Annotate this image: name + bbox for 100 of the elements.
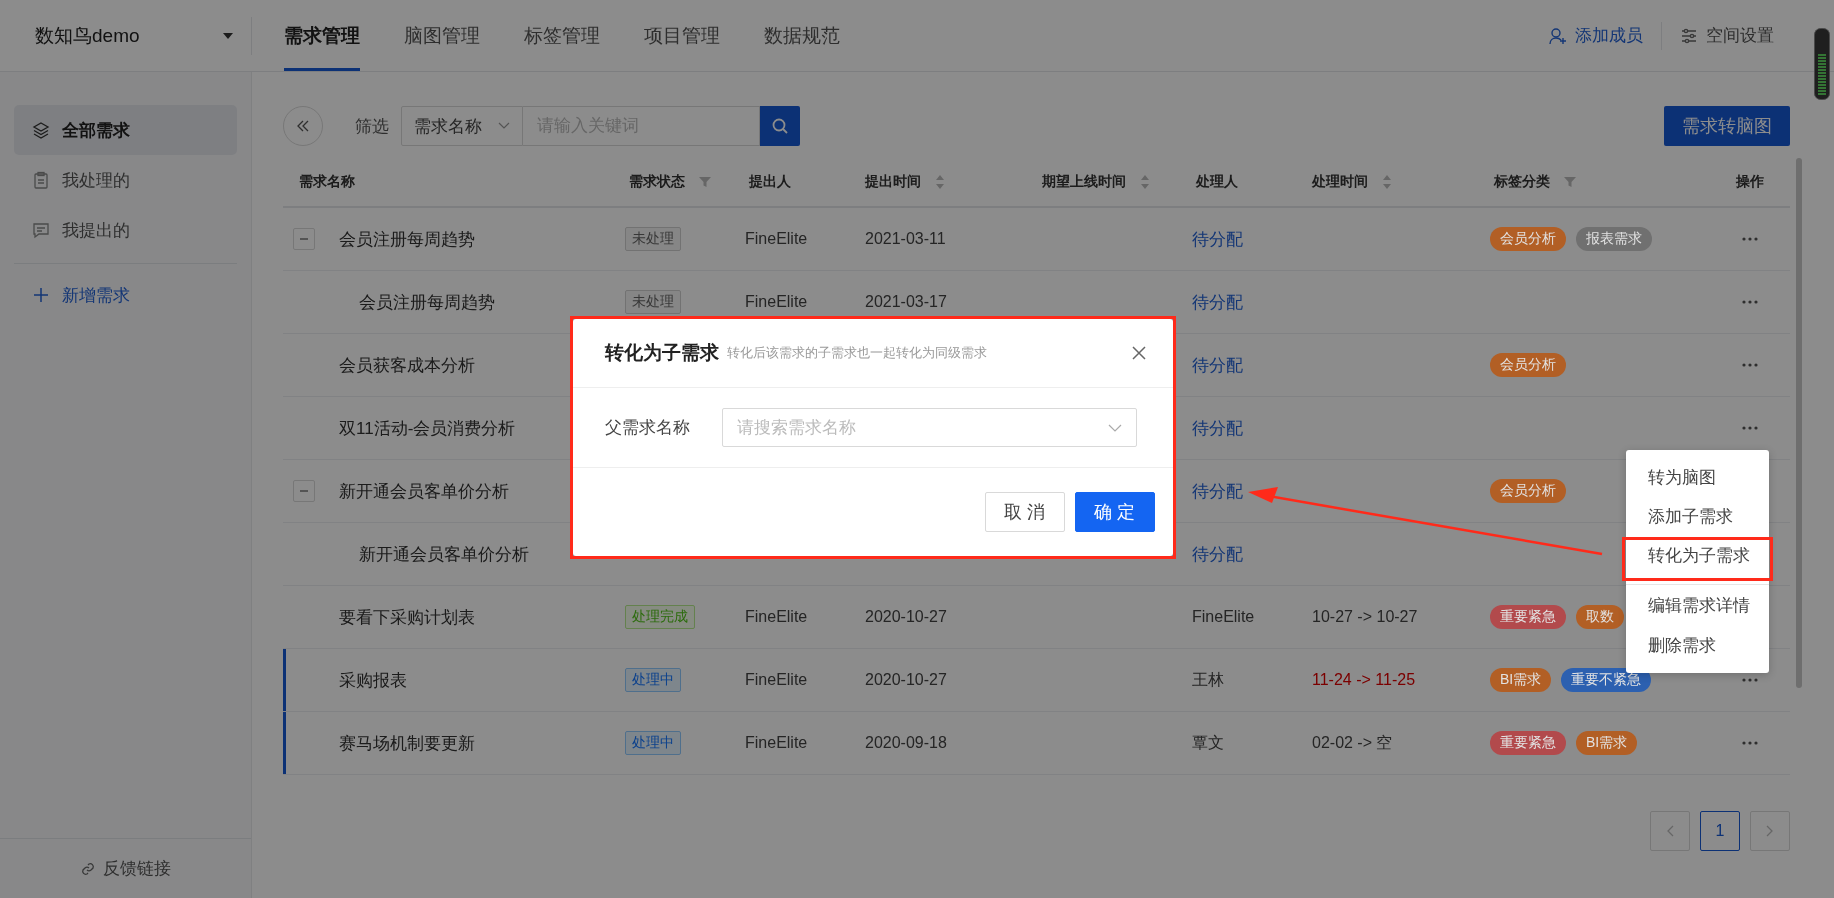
menu-item[interactable]: 转化为子需求	[1626, 536, 1769, 575]
menu-item[interactable]: 添加子需求	[1626, 497, 1769, 536]
nav-tab[interactable]: 需求管理	[284, 0, 360, 71]
table-cell: 2020-09-18	[865, 734, 947, 752]
assign-link[interactable]: 待分配	[1192, 290, 1243, 314]
more-icon[interactable]	[1742, 426, 1758, 430]
table-cell: FineElite	[745, 608, 808, 626]
nav-tab[interactable]: 数据规范	[764, 0, 840, 71]
tag: 重要紧急	[1490, 731, 1566, 755]
filter-label: 筛选	[355, 115, 389, 138]
layers-icon	[32, 121, 50, 139]
chevron-right-icon	[1766, 825, 1774, 837]
sidebar-item[interactable]: 全部需求	[14, 105, 237, 155]
requirement-name[interactable]: 新开通会员客单价分析	[359, 542, 529, 566]
caret-icon[interactable]	[223, 32, 233, 39]
assign-link[interactable]: 待分配	[1192, 227, 1243, 251]
assign-link[interactable]: 待分配	[1192, 353, 1243, 377]
requirement-name[interactable]: 会员获客成本分析	[339, 353, 475, 377]
dialog-title: 转化为子需求	[605, 341, 719, 365]
table-cell: FineElite	[745, 671, 808, 689]
status-tag: 处理完成	[625, 605, 695, 629]
tag: BI需求	[1576, 731, 1638, 755]
clipboard-icon	[32, 171, 50, 189]
table-cell: FineElite	[745, 734, 808, 752]
scrollbar[interactable]	[1796, 158, 1802, 688]
plus-icon	[32, 286, 50, 304]
close-icon[interactable]	[1131, 345, 1147, 361]
collapse-button[interactable]	[283, 106, 323, 146]
sort-icon[interactable]	[1140, 174, 1150, 190]
filter-icon[interactable]	[1564, 176, 1576, 188]
sort-icon[interactable]	[935, 174, 945, 190]
assign-link[interactable]: 待分配	[1192, 416, 1243, 440]
tag: 重要紧急	[1490, 605, 1566, 629]
table-cell: 2021-03-17	[865, 293, 947, 311]
sliders-icon	[1680, 26, 1698, 45]
requirement-name[interactable]: 要看下采购计划表	[339, 605, 475, 629]
more-icon[interactable]	[1742, 363, 1758, 367]
requirement-name[interactable]: 会员注册每周趋势	[339, 227, 475, 251]
sort-icon[interactable]	[1382, 174, 1392, 190]
more-icon[interactable]	[1742, 237, 1758, 241]
convert-to-mindmap-button[interactable]: 需求转脑图	[1664, 106, 1790, 146]
header-action[interactable]: 添加成员	[1549, 24, 1643, 47]
chevron-left-icon	[1666, 825, 1674, 837]
assign-link[interactable]: 待分配	[1192, 542, 1243, 566]
tag: 报表需求	[1576, 227, 1652, 251]
collapse-toggle[interactable]	[293, 480, 315, 502]
requirement-name[interactable]: 赛马场机制要更新	[339, 731, 475, 755]
requirement-name[interactable]: 会员注册每周趋势	[359, 290, 495, 314]
column-header: 需求名称	[299, 173, 355, 191]
previous-page-button[interactable]	[1650, 811, 1690, 851]
more-icon[interactable]	[1742, 300, 1758, 304]
menu-item[interactable]: 删除需求	[1626, 626, 1769, 665]
tag: BI需求	[1490, 668, 1552, 692]
header-action[interactable]: 空间设置	[1680, 24, 1774, 47]
search-button[interactable]	[760, 106, 800, 146]
status-tag: 处理中	[625, 668, 681, 692]
level-meter-icon	[1814, 28, 1830, 100]
assign-link[interactable]: 待分配	[1192, 479, 1243, 503]
more-icon[interactable]	[1742, 741, 1758, 745]
table-cell-text: 王林	[1192, 669, 1224, 690]
status-tag: 未处理	[625, 227, 681, 251]
feedback-link[interactable]: 反馈链接	[80, 857, 171, 880]
sidebar-item[interactable]: 我提出的	[14, 205, 237, 255]
requirement-name[interactable]: 新开通会员客单价分析	[339, 479, 509, 503]
sidebar-item[interactable]: 我处理的	[14, 155, 237, 205]
table-cell: 2020-10-27	[865, 608, 947, 626]
page-button[interactable]: 1	[1700, 811, 1740, 851]
column-header: 操作	[1736, 173, 1764, 191]
filter-icon[interactable]	[699, 176, 711, 188]
sidebar-item[interactable]: 新增需求	[14, 270, 237, 320]
tag: 取数	[1576, 605, 1624, 629]
more-icon[interactable]	[1742, 678, 1758, 682]
field-label: 父需求名称	[605, 417, 691, 439]
column-header: 提出人	[749, 173, 791, 191]
requirement-name[interactable]: 双11活动-会员消费分析	[339, 416, 516, 440]
message-icon	[32, 221, 50, 239]
table-cell: FineElite	[1192, 608, 1255, 626]
next-page-button[interactable]	[1750, 811, 1790, 851]
tag: 会员分析	[1490, 479, 1566, 503]
column-header: 处理时间	[1312, 173, 1368, 191]
cancel-button[interactable]: 取 消	[985, 492, 1065, 532]
menu-item[interactable]: 编辑需求详情	[1626, 584, 1769, 626]
table-cell-text: 覃文	[1192, 732, 1224, 753]
collapse-toggle[interactable]	[293, 228, 315, 250]
confirm-button[interactable]: 确 定	[1075, 492, 1155, 532]
menu-item[interactable]: 转为脑图	[1626, 458, 1769, 497]
user-plus-icon	[1549, 26, 1567, 45]
requirement-name[interactable]: 采购报表	[339, 668, 407, 692]
nav-tab[interactable]: 脑图管理	[404, 0, 480, 71]
nav-tab[interactable]: 项目管理	[644, 0, 720, 71]
nav-tab[interactable]: 标签管理	[524, 0, 600, 71]
workspace-name[interactable]: 数知鸟demo	[35, 22, 140, 49]
filter-select[interactable]: 需求名称	[401, 106, 523, 146]
status-tag: 处理中	[625, 731, 681, 755]
table-cell: 2021-03-11	[865, 230, 946, 248]
table-cell-text: 02-02 -> 空	[1312, 732, 1393, 753]
tag: 会员分析	[1490, 353, 1566, 377]
chevron-down-icon	[498, 122, 510, 130]
column-header: 标签分类	[1494, 173, 1550, 191]
column-header: 期望上线时间	[1042, 173, 1126, 191]
